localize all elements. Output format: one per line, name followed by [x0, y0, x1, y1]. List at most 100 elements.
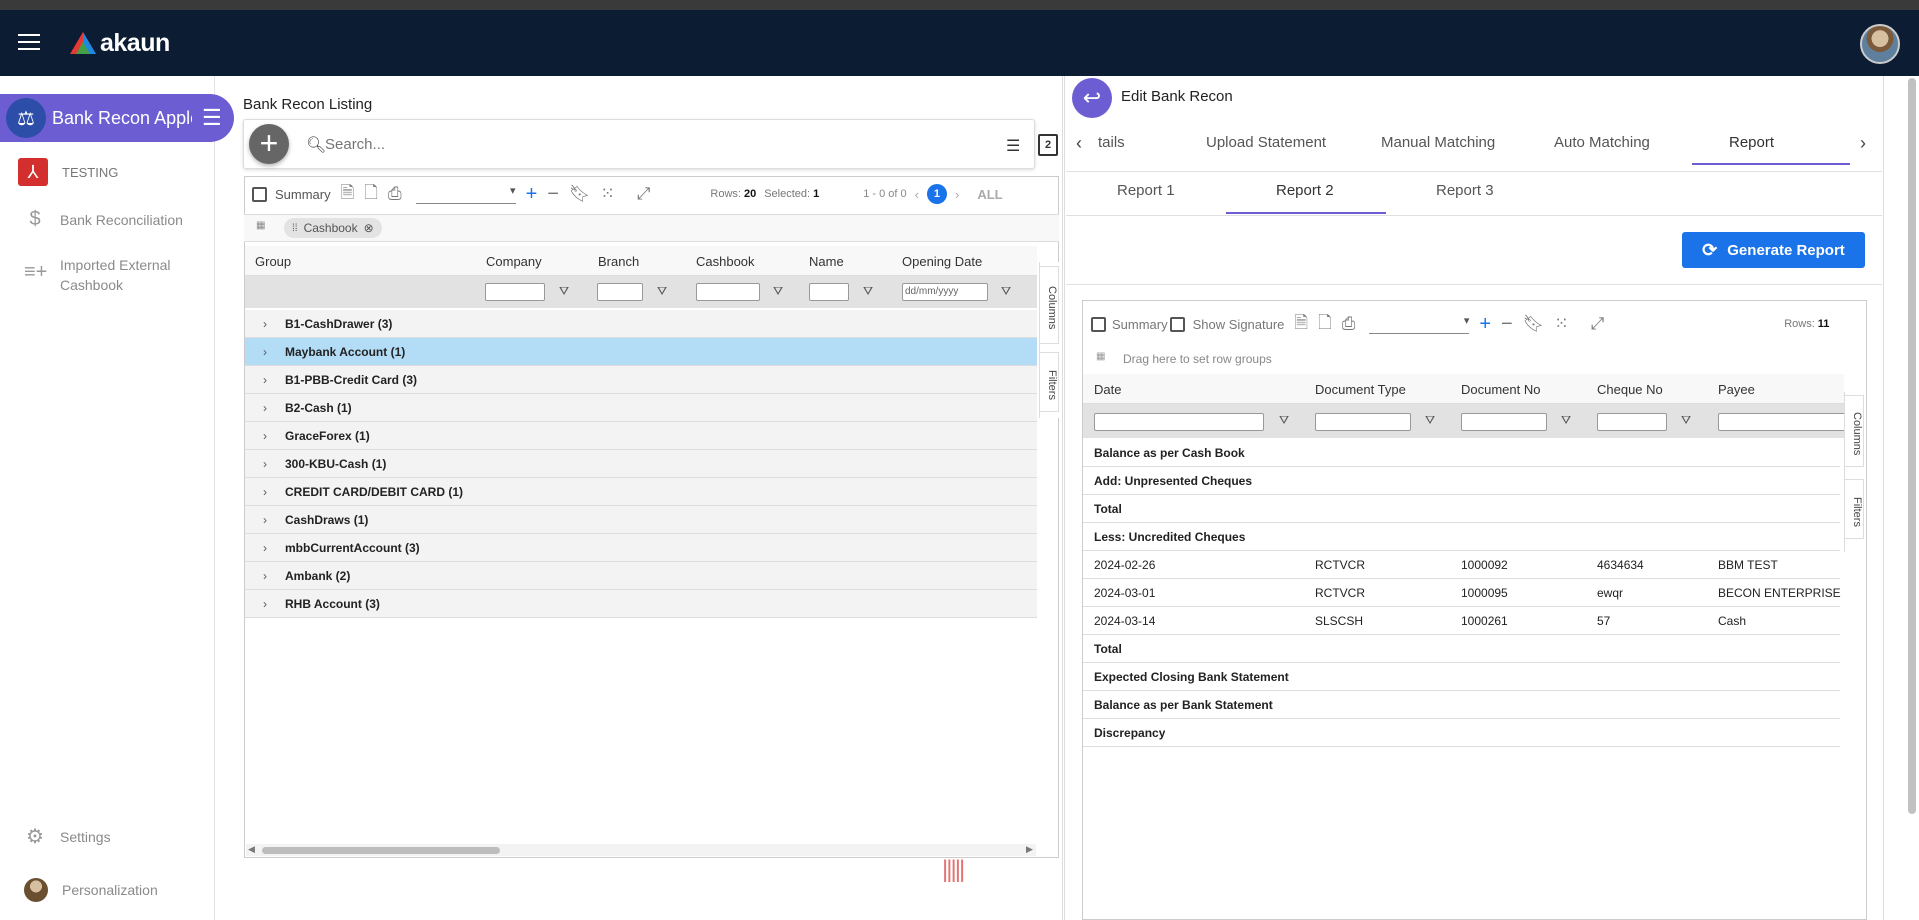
- summary-checkbox[interactable]: [1091, 316, 1106, 332]
- columns-tab[interactable]: Columns: [1039, 266, 1059, 344]
- export-select[interactable]: ▾: [415, 184, 516, 204]
- tabs-prev-icon[interactable]: ‹: [1076, 133, 1082, 154]
- plus-icon[interactable]: +: [526, 183, 538, 206]
- expand-row-icon[interactable]: ›: [245, 401, 285, 415]
- report-row[interactable]: 2024-03-01 RCTVCR 1000095 ewqr BECON ENTERPR…: [1083, 579, 1844, 607]
- app-logo[interactable]: akaun: [70, 28, 170, 58]
- col-branch[interactable]: Branch: [598, 254, 639, 269]
- funnel-icon[interactable]: ⛛: [1425, 413, 1435, 428]
- funnel-icon[interactable]: ⛛: [1681, 413, 1691, 428]
- expand-row-icon[interactable]: ›: [245, 457, 285, 471]
- tab-report[interactable]: Report: [1729, 134, 1809, 151]
- copy-icon[interactable]: 2: [1038, 134, 1058, 156]
- next-page-icon[interactable]: ›: [955, 187, 959, 202]
- company-filter-input[interactable]: [485, 283, 545, 301]
- expand-row-icon[interactable]: ›: [245, 597, 285, 611]
- group-row[interactable]: › B1-PBB-Credit Card (3): [245, 366, 1037, 394]
- tab-auto-matching[interactable]: Auto Matching: [1554, 134, 1729, 151]
- file-icon[interactable]: 🗋: [364, 180, 378, 209]
- expand-row-icon[interactable]: ›: [245, 345, 285, 359]
- group-row[interactable]: › 300-KBU-Cash (1): [245, 450, 1037, 478]
- document-type-filter-input[interactable]: [1315, 413, 1411, 431]
- tabs-next-icon[interactable]: ›: [1860, 133, 1866, 154]
- all-pages-button[interactable]: ALL: [977, 187, 1002, 202]
- col-cheque-no[interactable]: Cheque No: [1597, 382, 1663, 397]
- funnel-icon[interactable]: ⛛: [559, 284, 569, 299]
- group-row[interactable]: › CashDraws (1): [245, 506, 1037, 534]
- report-row[interactable]: Add: Unpresented Cheques: [1083, 467, 1840, 495]
- funnel-icon[interactable]: ⛛: [773, 284, 783, 299]
- report-row[interactable]: Expected Closing Bank Statement: [1083, 663, 1840, 691]
- cheque-no-filter-input[interactable]: [1597, 413, 1667, 431]
- group-chip[interactable]: ⁞⁞ Cashbook ⊗: [284, 218, 382, 238]
- expand-row-icon[interactable]: ›: [245, 513, 285, 527]
- scroll-left-icon[interactable]: ◀: [248, 844, 255, 855]
- funnel-icon[interactable]: ⛛: [1561, 413, 1571, 428]
- subtab-report-1[interactable]: Report 1: [1117, 182, 1276, 199]
- app-chip[interactable]: ⚖ Bank Recon Apple ☰: [0, 94, 234, 142]
- page-scrollbar[interactable]: [1908, 78, 1916, 814]
- user-avatar[interactable]: [1860, 24, 1900, 64]
- funnel-icon[interactable]: ⛛: [1001, 284, 1011, 299]
- payee-filter-input[interactable]: [1718, 413, 1844, 431]
- group-row[interactable]: › B1-CashDrawer (3): [245, 310, 1037, 338]
- page-number[interactable]: 1: [926, 184, 947, 204]
- back-arrow-icon[interactable]: ↩: [1072, 78, 1112, 118]
- group-row[interactable]: › B2-Cash (1): [245, 394, 1037, 422]
- subtab-report-3[interactable]: Report 3: [1436, 182, 1494, 199]
- report-row[interactable]: Less: Uncredited Cheques: [1083, 523, 1840, 551]
- col-date[interactable]: Date: [1094, 382, 1121, 397]
- sidebar-item-settings[interactable]: ⚙ Settings: [24, 824, 111, 849]
- tab-manual-matching[interactable]: Manual Matching: [1381, 134, 1554, 151]
- expand-icon[interactable]: ⤢: [1591, 314, 1605, 334]
- sidebar-item-personalization[interactable]: Personalization: [24, 878, 158, 902]
- expand-row-icon[interactable]: ›: [245, 373, 285, 387]
- expand-row-icon[interactable]: ›: [245, 569, 285, 583]
- minus-icon[interactable]: −: [547, 183, 559, 206]
- expand-row-icon[interactable]: ›: [245, 485, 285, 499]
- report-row[interactable]: Discrepancy: [1083, 719, 1840, 747]
- group-row[interactable]: › Maybank Account (1): [245, 338, 1037, 366]
- report-row[interactable]: 2024-02-26 RCTVCR 1000092 4634634 BBM TEST: [1083, 551, 1840, 579]
- search-input[interactable]: [325, 131, 965, 157]
- col-cashbook[interactable]: Cashbook: [696, 254, 755, 269]
- bookmark-icon[interactable]: 🔖︎: [569, 184, 591, 204]
- bookmark-icon[interactable]: 🔖︎: [1523, 314, 1545, 334]
- menu-icon[interactable]: [18, 34, 40, 52]
- filters-tab[interactable]: Filters: [1039, 352, 1059, 412]
- col-payee[interactable]: Payee: [1718, 382, 1755, 397]
- summary-checkbox[interactable]: [252, 186, 267, 202]
- print-icon[interactable]: ⎙: [388, 184, 402, 204]
- columns-tab[interactable]: Columns: [1844, 395, 1864, 467]
- opening-date-filter-input[interactable]: dd/mm/yyyy: [902, 283, 988, 301]
- col-company[interactable]: Company: [486, 254, 542, 269]
- group-row[interactable]: › GraceForex (1): [245, 422, 1037, 450]
- col-opening-date[interactable]: Opening Date: [902, 254, 982, 269]
- show-signature-checkbox[interactable]: [1169, 316, 1185, 332]
- funnel-icon[interactable]: ⛛: [657, 284, 667, 299]
- grid-dots-icon[interactable]: ⁙: [601, 184, 615, 204]
- expand-row-icon[interactable]: ›: [245, 317, 285, 331]
- report-row[interactable]: Total: [1083, 495, 1840, 523]
- remove-chip-icon[interactable]: ⊗: [364, 221, 374, 235]
- funnel-icon[interactable]: ⛛: [863, 284, 873, 299]
- minus-icon[interactable]: −: [1501, 313, 1513, 336]
- group-row[interactable]: › CREDIT CARD/DEBIT CARD (1): [245, 478, 1037, 506]
- collapse-menu-icon[interactable]: ☰: [202, 105, 222, 131]
- sidebar-item-testing[interactable]: ⅄ TESTING: [18, 158, 118, 186]
- filters-tab[interactable]: Filters: [1844, 479, 1864, 539]
- branch-filter-input[interactable]: [597, 283, 643, 301]
- tab-upload-statement[interactable]: Upload Statement: [1206, 134, 1381, 151]
- tab-details[interactable]: tails: [1098, 134, 1206, 151]
- prev-page-icon[interactable]: ‹: [915, 187, 919, 202]
- document-icon[interactable]: 🗎: [1294, 310, 1308, 339]
- group-row[interactable]: › mbbCurrentAccount (3): [245, 534, 1037, 562]
- funnel-icon[interactable]: ⛛: [1279, 413, 1289, 428]
- file-icon[interactable]: 🗋: [1318, 310, 1332, 339]
- add-button[interactable]: +: [249, 124, 289, 164]
- date-filter-input[interactable]: [1094, 413, 1264, 431]
- export-select[interactable]: ▾: [1369, 314, 1470, 334]
- grid-dots-icon[interactable]: ⁙: [1554, 314, 1568, 334]
- group-row[interactable]: › RHB Account (3): [245, 590, 1037, 618]
- report-row[interactable]: Balance as per Cash Book: [1083, 439, 1840, 467]
